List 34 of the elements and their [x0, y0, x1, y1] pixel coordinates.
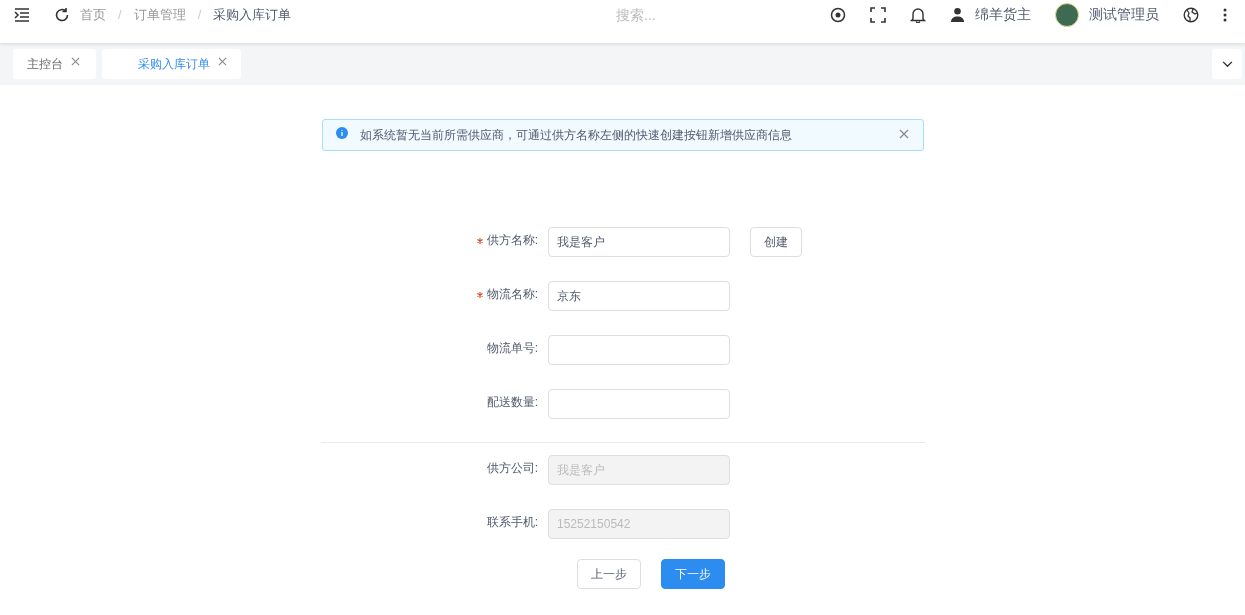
tab[interactable]: 采购入库订单: [102, 49, 241, 79]
fullscreen-icon[interactable]: [870, 6, 886, 23]
text-field[interactable]: 我是客户: [548, 227, 730, 257]
previous-step-button[interactable]: 上一步: [577, 559, 641, 589]
field-label: 联系手机:: [486, 514, 538, 531]
globe-icon[interactable]: [1183, 6, 1199, 23]
close-icon[interactable]: [71, 56, 80, 66]
close-icon[interactable]: [899, 128, 909, 139]
chevron-down-icon: [1221, 60, 1233, 68]
text-field[interactable]: [548, 335, 730, 365]
breadcrumb-separator: /: [118, 7, 122, 22]
breadcrumb-item[interactable]: 采购入库订单: [213, 5, 292, 24]
more-icon[interactable]: [1223, 7, 1227, 22]
field-label: 物流名称:: [486, 286, 538, 303]
breadcrumb-separator: /: [197, 7, 202, 22]
refresh-icon[interactable]: [54, 6, 70, 23]
avatar[interactable]: [1055, 2, 1079, 27]
text-field[interactable]: 京东: [548, 281, 730, 311]
target-icon[interactable]: [830, 6, 846, 23]
field-label: 供方公司:: [486, 460, 538, 477]
field-label: 物流单号:: [486, 340, 538, 357]
create-button[interactable]: 创建: [750, 227, 802, 257]
field-label: 配送数量:: [486, 394, 538, 411]
tab[interactable]: 主控台: [13, 49, 96, 79]
role-name[interactable]: 绵羊货主: [975, 5, 1031, 24]
menu-icon[interactable]: [14, 6, 30, 23]
info-icon: [336, 127, 348, 139]
user-name[interactable]: 测试管理员: [1089, 5, 1159, 24]
bell-icon[interactable]: [910, 6, 926, 23]
alert-message: 如系统暂无当前所需供应商，可通过供方名称左侧的快速创建按钮新增供应商信息: [360, 126, 793, 144]
close-icon[interactable]: [218, 56, 227, 66]
person-icon: [950, 7, 965, 22]
text-field[interactable]: [548, 389, 730, 419]
field-label: 供方名称:: [486, 232, 538, 249]
